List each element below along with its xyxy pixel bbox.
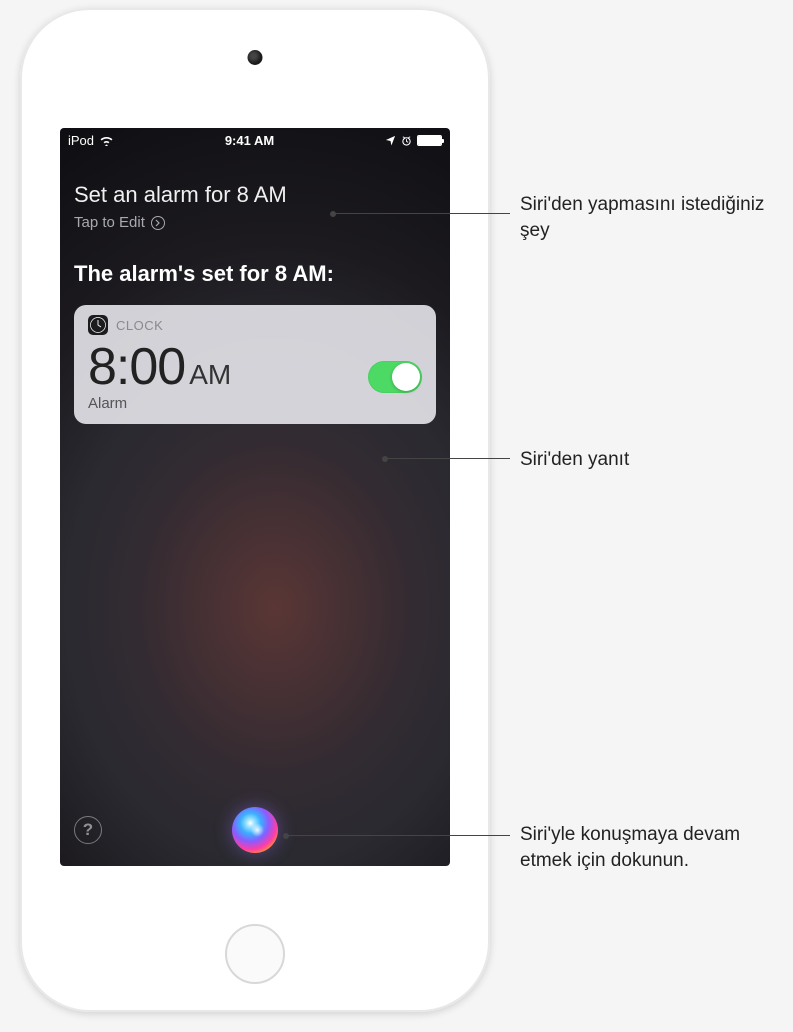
status-time: 9:41 AM [114,133,385,148]
callout-line [286,835,510,836]
location-icon [385,135,396,146]
status-bar: iPod 9:41 AM [60,128,450,152]
callout-response: Siri'den yanıt [520,447,780,473]
carrier-label: iPod [68,133,94,148]
front-camera [248,50,263,65]
tap-to-edit-label: Tap to Edit [74,214,145,231]
alarm-toggle[interactable] [368,361,422,393]
alarm-ampm: AM [189,359,231,391]
alarm-label: Alarm [88,395,231,412]
wifi-icon [99,135,114,146]
alarm-icon [401,135,412,146]
callout-line [385,458,510,459]
tap-to-edit-button[interactable]: Tap to Edit [74,214,436,231]
alarm-time: 8:00 [88,341,185,393]
home-button[interactable] [225,924,285,984]
siri-help-button[interactable]: ? [74,816,102,844]
battery-icon [417,135,442,146]
siri-user-request: Set an alarm for 8 AM [74,182,436,208]
callout-orb: Siri'yle konuşmaya devam etmek için doku… [520,822,780,873]
clock-card[interactable]: CLOCK 8:00 AM Alarm [74,305,436,424]
question-icon: ? [83,820,93,840]
chevron-right-icon [151,216,165,230]
clock-app-name: CLOCK [116,318,163,333]
clock-app-icon [88,315,108,335]
device-frame: iPod 9:41 AM Set an alarm for 8 AM Tap t… [20,8,490,1012]
siri-response: The alarm's set for 8 AM: [74,261,436,287]
screen: iPod 9:41 AM Set an alarm for 8 AM Tap t… [60,128,450,866]
siri-orb-button[interactable] [232,807,278,853]
callout-request: Siri'den yapmasını istediğiniz şey [520,192,780,243]
callout-line [333,213,510,214]
